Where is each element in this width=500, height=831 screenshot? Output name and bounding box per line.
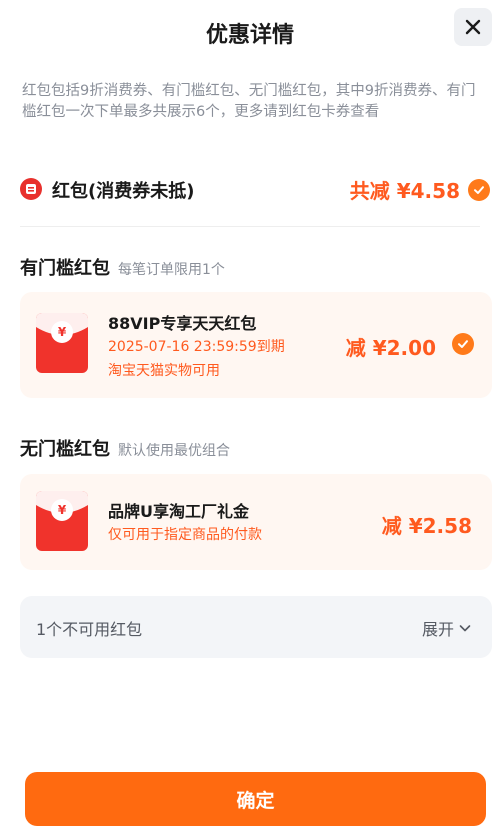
expand-button[interactable]: 展开 [422, 616, 472, 640]
page-title: 优惠详情 [205, 23, 294, 48]
card-amount: 减 ¥2.58 [381, 514, 472, 538]
redpacket-icon [20, 178, 42, 200]
confirm-button[interactable]: 确定 [25, 772, 486, 826]
divider [20, 226, 480, 227]
yen-icon: ¥ [51, 321, 73, 343]
no-threshold-redpacket-card[interactable]: ¥ 品牌U享淘工厂礼金 仅可用于指定商品的付款 减 ¥2.58 [20, 474, 492, 570]
card-name: 品牌U享淘工厂礼金 [108, 502, 249, 521]
unavailable-redpackets-row[interactable]: 1个不可用红包 展开 [20, 596, 492, 658]
close-button[interactable] [454, 8, 492, 46]
check-icon[interactable] [468, 178, 490, 201]
check-icon[interactable] [452, 333, 474, 355]
card-name: 88VIP专享天天红包 [108, 314, 257, 333]
unavailable-label: 1个不可用红包 [36, 620, 143, 639]
no-threshold-section-header: 无门槛红包 默认使用最优组合 [20, 435, 230, 461]
summary-label: 红包(消费券未抵) [52, 181, 195, 202]
expand-label: 展开 [421, 620, 454, 639]
card-scope: 淘宝天猫实物可用 [108, 363, 220, 379]
threshold-section-header: 有门槛红包 每笔订单限用1个 [20, 254, 225, 280]
threshold-redpacket-card[interactable]: ¥ 88VIP专享天天红包 2025-07-16 23:59:59到期 淘宝天猫… [20, 292, 492, 398]
section-subtitle: 每笔订单限用1个 [118, 262, 225, 278]
section-title: 无门槛红包 [20, 439, 110, 460]
header: 优惠详情 [0, 0, 500, 64]
redpacket-summary-row[interactable]: 红包(消费券未抵) 共减 ¥4.58 [20, 173, 490, 205]
section-title: 有门槛红包 [20, 258, 110, 279]
section-subtitle: 默认使用最优组合 [118, 443, 230, 459]
chevron-down-icon [459, 625, 471, 632]
description-text: 红包包括9折消费券、有门槛红包、无门槛红包，其中9折消费券、有门槛红包一次下单最… [22, 83, 476, 120]
card-expiry: 2025-07-16 23:59:59到期 [108, 339, 285, 355]
envelope-icon: ¥ [36, 313, 88, 373]
card-note: 仅可用于指定商品的付款 [108, 527, 262, 543]
envelope-icon: ¥ [36, 491, 88, 551]
yen-icon: ¥ [51, 499, 73, 521]
summary-total: 共减 ¥4.58 [349, 179, 460, 203]
close-icon [465, 19, 481, 35]
card-amount: 减 ¥2.00 [345, 336, 436, 360]
